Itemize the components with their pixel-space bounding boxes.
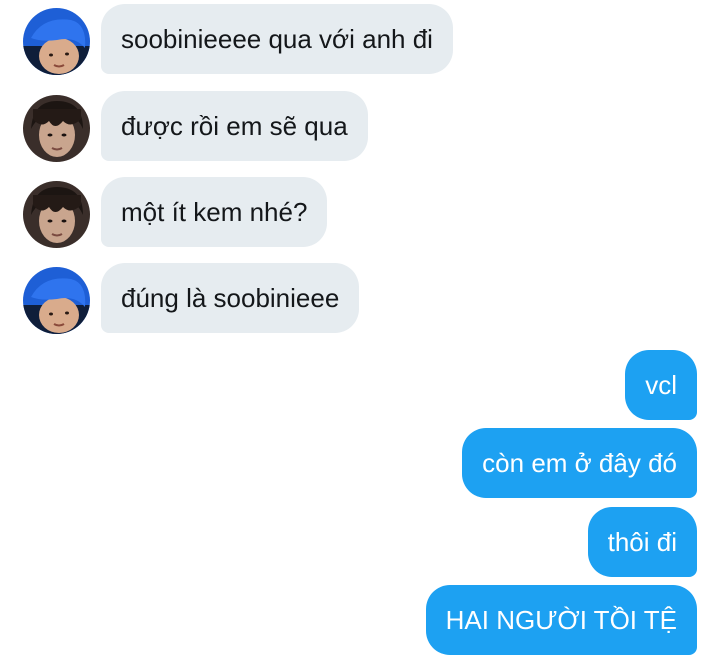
avatar-blue-hair-icon bbox=[23, 267, 90, 334]
message-text: một ít kem nhé? bbox=[121, 196, 308, 227]
message-text: được rồi em sẽ qua bbox=[121, 110, 348, 141]
avatar-dark-hair-icon bbox=[23, 181, 90, 248]
message-text: còn em ở đây đó bbox=[482, 447, 677, 478]
sent-message-bubble[interactable]: còn em ở đây đó bbox=[462, 428, 697, 498]
sent-message-bubble[interactable]: thôi đi bbox=[587, 507, 697, 577]
message-text: thôi đi bbox=[607, 526, 677, 557]
received-message-bubble[interactable]: đúng là soobinieee bbox=[101, 263, 360, 333]
received-message-bubble[interactable]: một ít kem nhé? bbox=[101, 177, 328, 247]
avatar-blue-hair-icon bbox=[23, 8, 90, 75]
sent-message-bubble[interactable]: HAI NGƯỜI TỒI TỆ bbox=[425, 585, 697, 655]
sent-message-bubble[interactable]: vcl bbox=[625, 350, 697, 420]
avatar[interactable] bbox=[23, 8, 90, 75]
avatar-dark-hair-icon bbox=[23, 95, 90, 162]
avatar[interactable] bbox=[23, 267, 90, 334]
message-text: đúng là soobinieee bbox=[121, 282, 340, 313]
avatar[interactable] bbox=[23, 95, 90, 162]
message-text: soobinieeee qua với anh đi bbox=[121, 23, 433, 54]
message-text: HAI NGƯỜI TỒI TỆ bbox=[445, 604, 677, 635]
message-text: vcl bbox=[645, 369, 677, 400]
received-message-bubble[interactable]: được rồi em sẽ qua bbox=[101, 91, 368, 161]
avatar[interactable] bbox=[23, 181, 90, 248]
received-message-bubble[interactable]: soobinieeee qua với anh đi bbox=[101, 4, 453, 74]
